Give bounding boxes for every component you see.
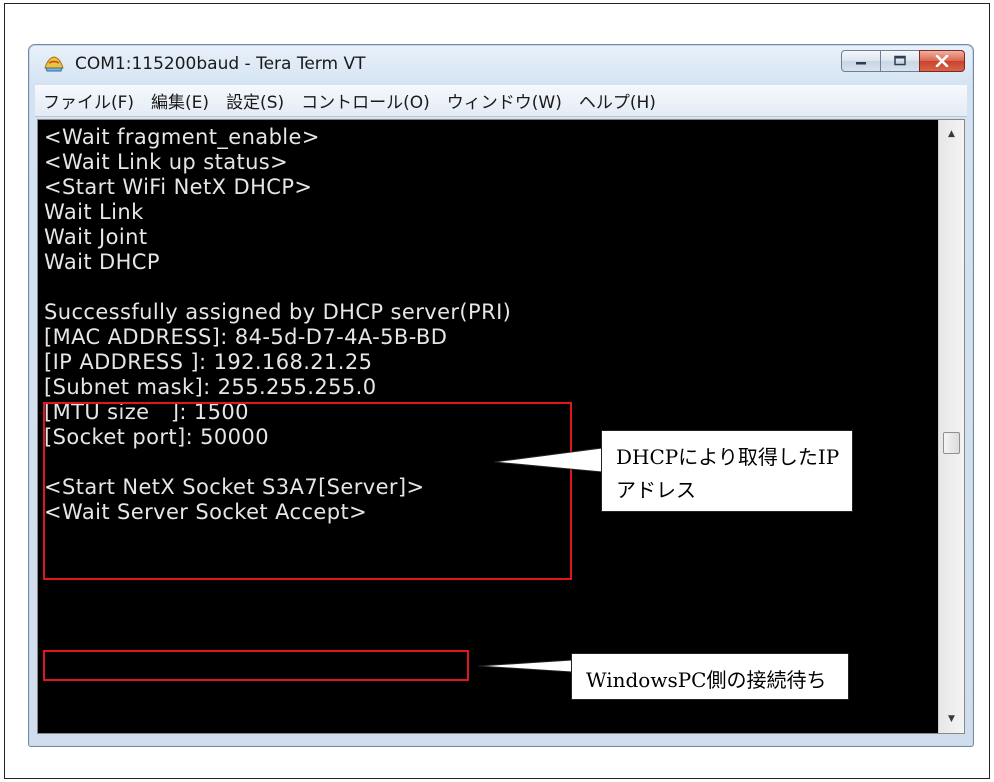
dhcp-ip-callout: DHCPにより取得したIP アドレス <box>601 430 853 512</box>
dhcp-callout-line1: DHCPにより取得したIP <box>616 445 840 469</box>
wait-callout-pointer <box>477 659 573 673</box>
dhcp-callout-pointer <box>493 447 603 473</box>
wait-callout-text: WindowsPC側の接続待ち <box>586 668 827 692</box>
wait-connect-callout: WindowsPC側の接続待ち <box>571 653 849 700</box>
dhcp-callout-line2: アドレス <box>616 478 696 502</box>
